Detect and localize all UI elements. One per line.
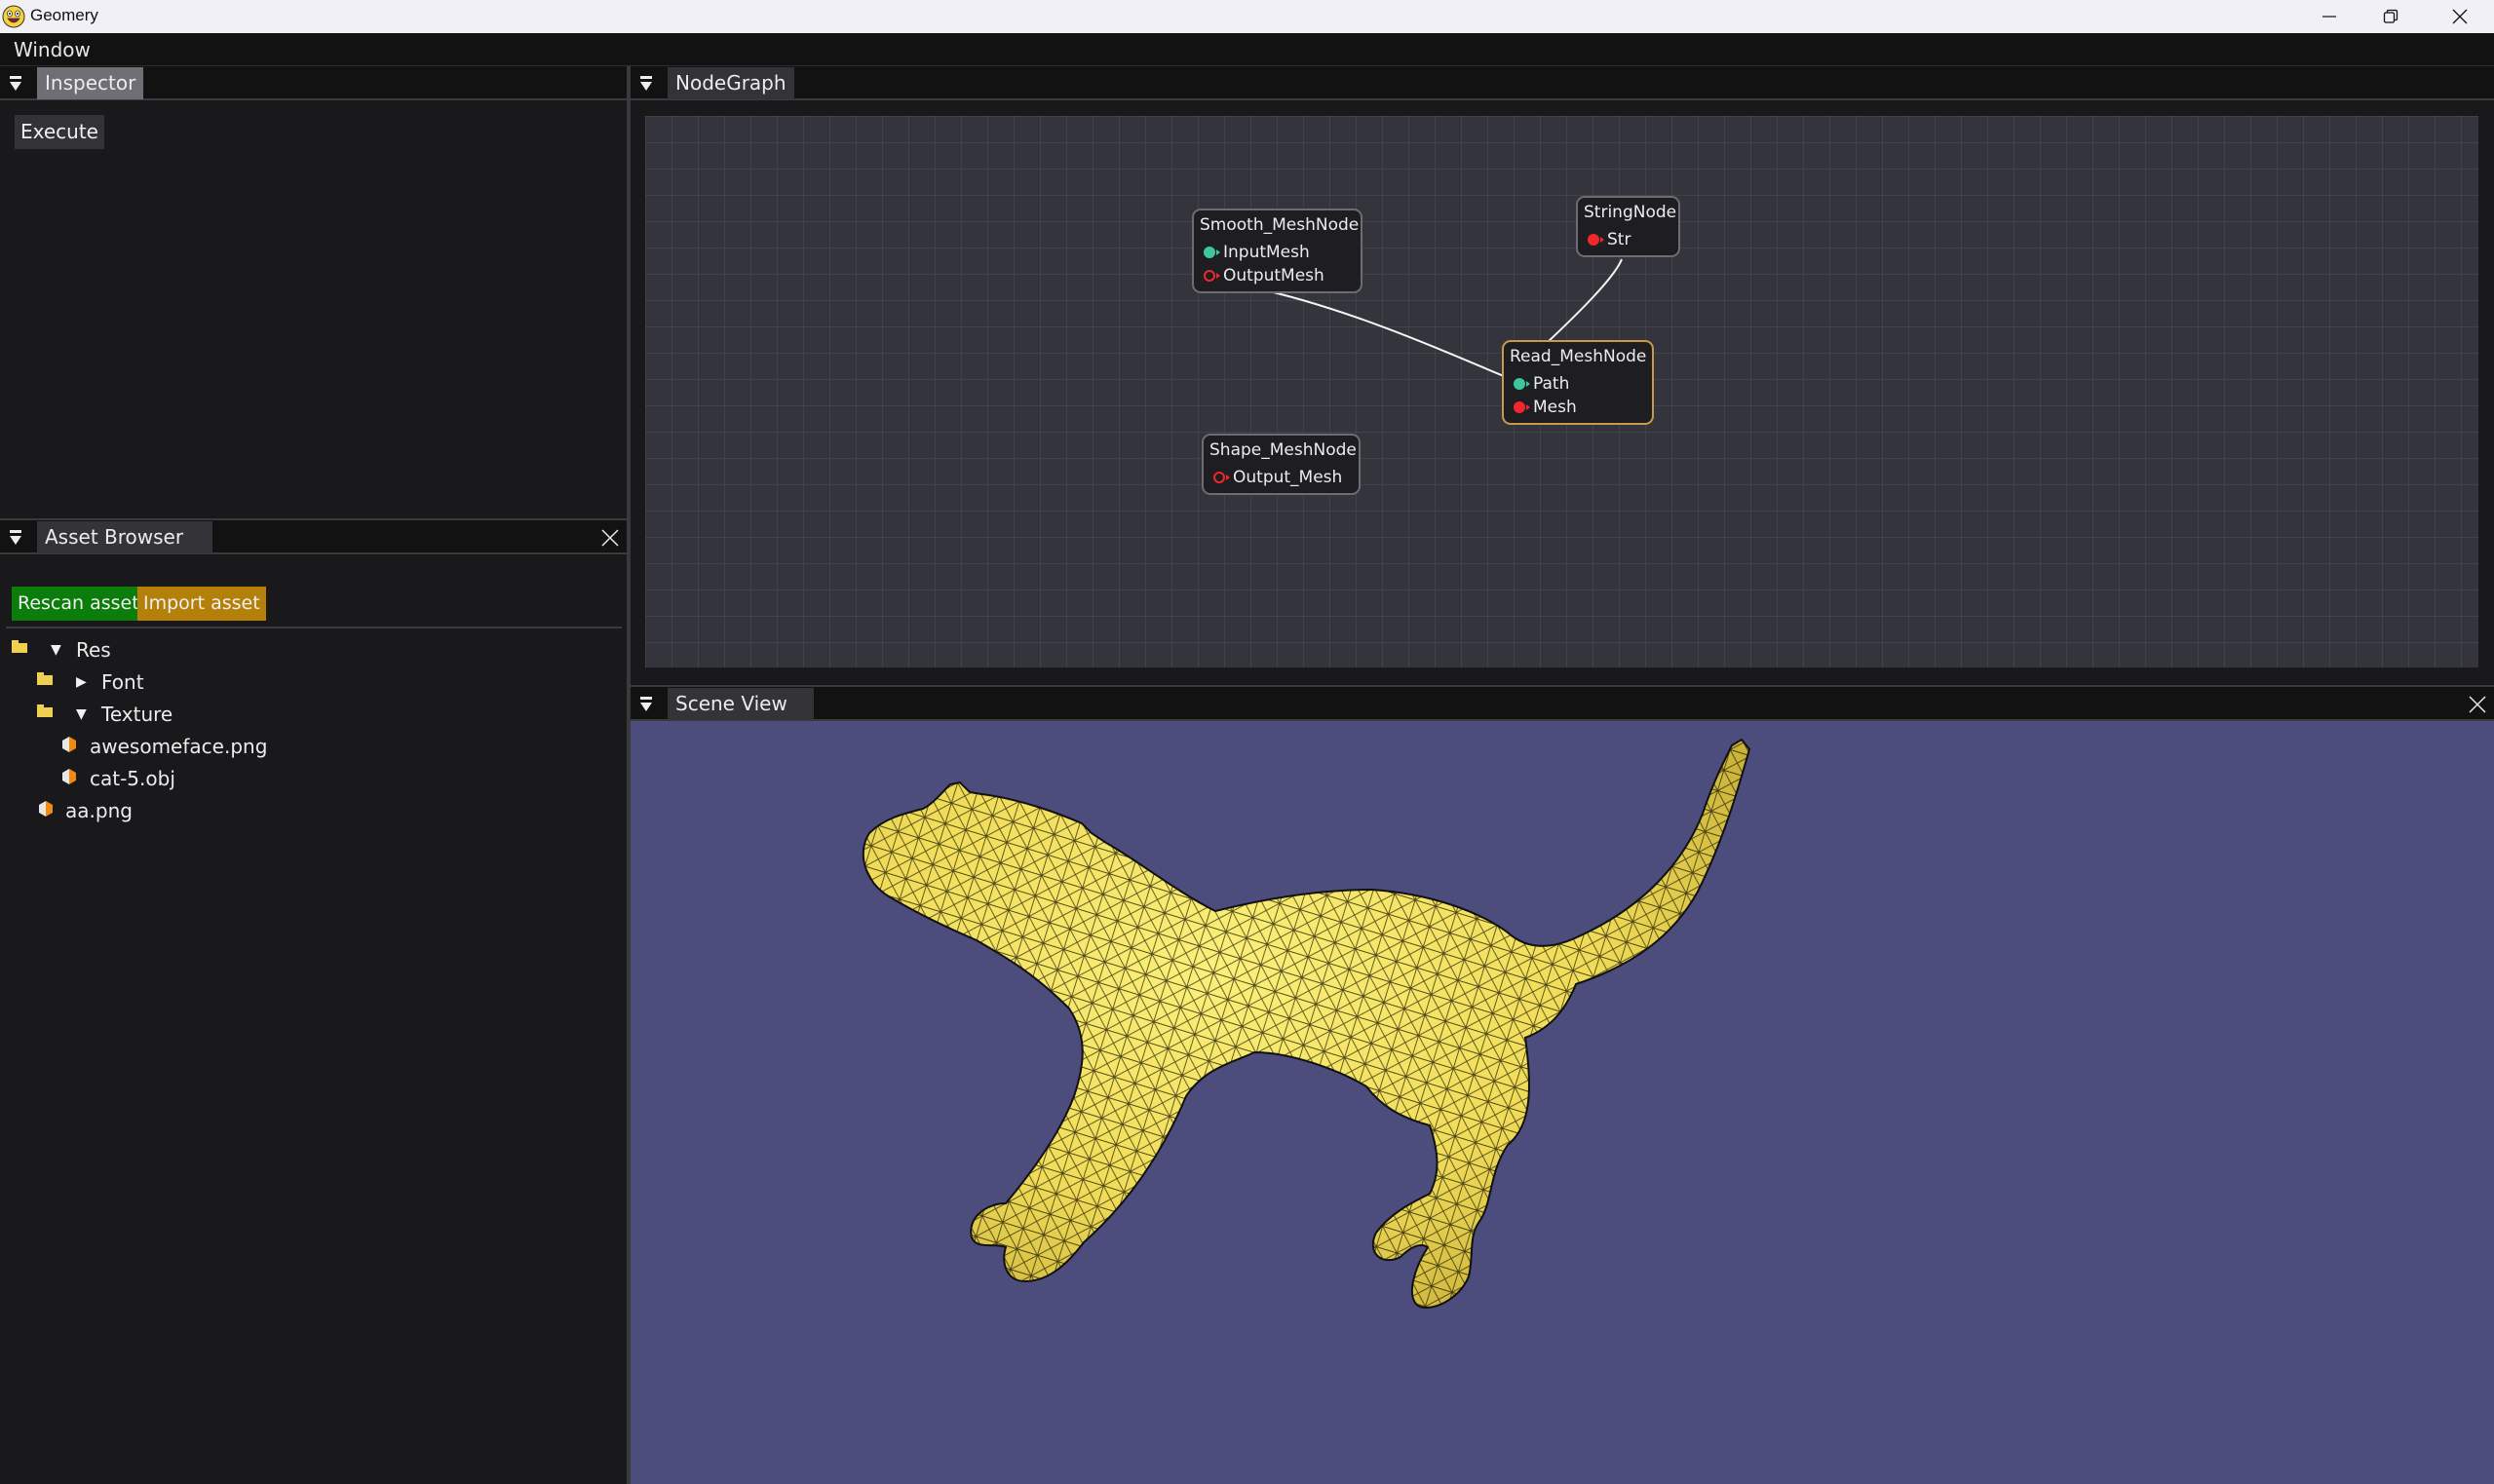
tree-item-aa-png[interactable]: aa.png <box>39 796 585 825</box>
node-title: Read_MeshNode <box>1510 347 1647 366</box>
asset-file-icon <box>39 801 53 817</box>
tree-item-texture[interactable]: ▼ Texture <box>37 700 583 729</box>
collapsed-arrow-icon[interactable]: ▶ <box>76 667 87 697</box>
folder-icon <box>12 640 27 653</box>
node-smooth-mesh[interactable]: Smooth_MeshNode InputMesh OutputMesh <box>1192 209 1362 293</box>
restore-button[interactable] <box>2357 0 2425 33</box>
node-title: StringNode <box>1584 203 1677 222</box>
pin-arrow-icon <box>1216 273 1220 279</box>
pin-label: Output_Mesh <box>1233 468 1343 487</box>
cat-model <box>862 738 1751 1309</box>
tree-item-font[interactable]: ▶ Font <box>37 667 583 697</box>
rescan-assets-button[interactable]: Rescan assets <box>12 587 155 621</box>
output-pin-icon[interactable] <box>1588 234 1599 246</box>
asset-browser-header: Asset Browser <box>0 520 627 554</box>
pin-row: InputMesh <box>1200 241 1355 264</box>
close-icon <box>2452 9 2468 24</box>
pin-label: Mesh <box>1533 398 1577 417</box>
asset-browser-body: Rescan assets Import asset ▼ Res ▶ Font … <box>0 556 627 1433</box>
execute-button[interactable]: Execute <box>15 115 104 149</box>
tree-item-label: cat-5.obj <box>90 767 175 790</box>
inspector-panel: Inspector Execute <box>0 66 627 520</box>
expanded-arrow-icon[interactable]: ▼ <box>51 635 61 665</box>
minimize-icon <box>2322 16 2336 18</box>
menu-bar: Window <box>0 33 2494 66</box>
tree-item-cat-obj[interactable]: cat-5.obj <box>62 764 589 793</box>
link-mesh-to-inputmesh[interactable] <box>1232 278 1527 386</box>
tree-item-label: Res <box>76 638 111 662</box>
collapse-icon[interactable] <box>638 75 654 93</box>
collapse-icon[interactable] <box>8 529 23 547</box>
menu-window[interactable]: Window <box>14 38 91 61</box>
pin-label: Str <box>1607 230 1631 249</box>
folder-icon <box>37 672 53 685</box>
asset-file-icon <box>62 769 76 784</box>
tab-asset-browser[interactable]: Asset Browser <box>37 521 212 553</box>
pin-row: Output_Mesh <box>1209 466 1353 489</box>
restore-icon <box>2383 9 2398 23</box>
tab-scene-view[interactable]: Scene View <box>668 688 814 720</box>
tree-item-label: awesomeface.png <box>90 735 268 758</box>
pin-row: Mesh <box>1510 396 1646 419</box>
expanded-arrow-icon[interactable]: ▼ <box>76 700 87 729</box>
tree-item-label: aa.png <box>65 799 133 822</box>
node-read-mesh[interactable]: Read_MeshNode Path Mesh <box>1502 340 1654 425</box>
folder-icon <box>37 704 53 717</box>
mesh-wireframe <box>863 740 1749 1308</box>
scene-view-header: Scene View <box>631 687 2494 721</box>
pin-row: Str <box>1584 228 1672 251</box>
pin-arrow-icon <box>1216 249 1220 255</box>
input-pin-icon[interactable] <box>1204 247 1215 258</box>
window-titlebar: Geomery <box>0 0 2494 33</box>
close-icon[interactable] <box>601 529 619 547</box>
tree-item-awesomeface[interactable]: awesomeface.png <box>62 732 589 761</box>
close-window-button[interactable] <box>2426 0 2494 33</box>
input-pin-icon[interactable] <box>1514 378 1525 390</box>
minimize-button[interactable] <box>2295 0 2363 33</box>
scene-viewport[interactable] <box>631 721 2494 1484</box>
import-asset-button[interactable]: Import asset <box>137 587 266 621</box>
asset-file-icon <box>62 737 76 752</box>
pin-arrow-icon <box>1526 404 1530 410</box>
node-graph-canvas[interactable]: Smooth_MeshNode InputMesh OutputMesh Str… <box>645 116 2478 667</box>
pin-label: OutputMesh <box>1223 266 1324 285</box>
pin-label: Path <box>1533 374 1570 394</box>
pin-label: InputMesh <box>1223 243 1310 262</box>
node-title: Smooth_MeshNode <box>1200 215 1360 235</box>
pin-row: Path <box>1510 372 1646 396</box>
node-graph-header: NodeGraph <box>631 66 2494 100</box>
tree-item-label: Texture <box>101 703 173 726</box>
pin-arrow-icon <box>1226 475 1230 480</box>
pin-arrow-icon <box>1526 381 1530 387</box>
scene-view-panel: Scene View <box>631 685 2494 721</box>
node-shape-mesh[interactable]: Shape_MeshNode Output_Mesh <box>1202 434 1361 495</box>
asset-browser-panel: Asset Browser Rescan assets Import asset… <box>0 518 627 1484</box>
tree-item-res[interactable]: ▼ Res <box>12 635 596 665</box>
output-pin-icon[interactable] <box>1204 270 1215 282</box>
output-pin-icon[interactable] <box>1514 401 1525 413</box>
window-title: Geomery <box>30 6 98 24</box>
inspector-header: Inspector <box>0 66 627 100</box>
close-icon[interactable] <box>2469 696 2486 713</box>
output-pin-icon[interactable] <box>1213 472 1225 483</box>
cat-mesh <box>862 738 1751 1309</box>
pin-row: OutputMesh <box>1200 264 1355 287</box>
tree-item-label: Font <box>101 670 144 694</box>
collapse-icon[interactable] <box>8 75 23 93</box>
tab-node-graph[interactable]: NodeGraph <box>668 67 794 99</box>
tab-inspector[interactable]: Inspector <box>37 67 144 99</box>
separator <box>6 627 622 628</box>
node-title: Shape_MeshNode <box>1209 440 1357 460</box>
collapse-icon[interactable] <box>638 696 654 713</box>
node-string[interactable]: StringNode Str <box>1576 196 1680 257</box>
awesomeface-icon <box>2 5 25 28</box>
pin-arrow-icon <box>1600 237 1604 243</box>
